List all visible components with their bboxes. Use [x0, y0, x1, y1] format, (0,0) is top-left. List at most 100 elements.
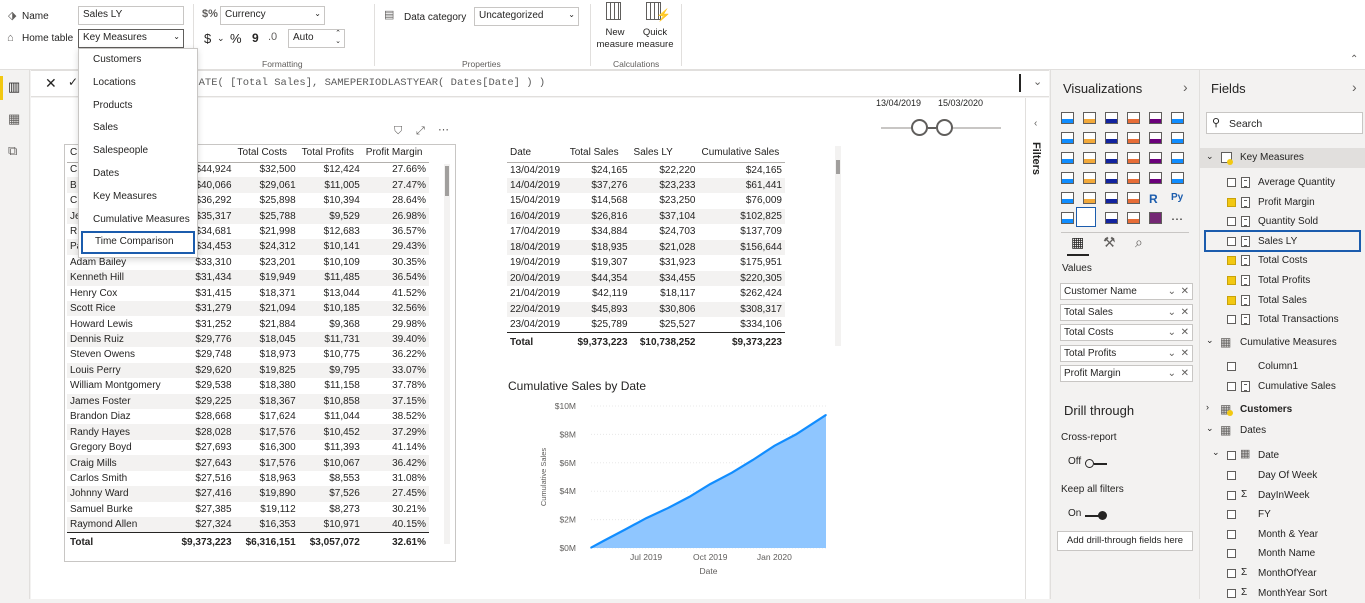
area-chart-icon[interactable]: [1083, 132, 1096, 144]
remove-icon[interactable]: ✕: [1181, 284, 1189, 299]
table-icon[interactable]: [1105, 192, 1118, 204]
checkbox[interactable]: [1227, 549, 1236, 559]
table-row[interactable]: Scott Rice $31,279 $21,094 $10,185 32.56%: [67, 300, 429, 317]
checkbox[interactable]: [1227, 276, 1236, 285]
table-row[interactable]: Dennis Ruiz $29,776 $18,045 $11,731 39.40%: [67, 331, 429, 348]
chevron-down-icon[interactable]: ⌄: [1206, 423, 1214, 434]
column-header[interactable]: Total Costs: [234, 143, 299, 163]
dropdown-item[interactable]: Dates: [79, 163, 197, 186]
comma-button[interactable]: 9: [252, 31, 259, 45]
customers-table[interactable]: › ▦ Customers: [1200, 400, 1365, 420]
field-item[interactable]: Total Sales: [1200, 291, 1365, 311]
data-point[interactable]: [731, 471, 733, 474]
field-item[interactable]: Cumulative Sales: [1200, 377, 1365, 397]
kpi-icon[interactable]: [1061, 192, 1074, 204]
chevron-down-icon[interactable]: ⌄: [1212, 447, 1220, 458]
data-point[interactable]: [602, 540, 605, 542]
data-point[interactable]: [688, 496, 691, 498]
analytics-tab-icon[interactable]: ⌕: [1135, 234, 1143, 251]
value-well-item[interactable]: Total Profits ⌄ ✕: [1060, 344, 1193, 362]
chevron-down-icon[interactable]: ⌄: [1168, 305, 1176, 320]
data-point[interactable]: [751, 459, 754, 461]
table-row[interactable]: Raymond Allen $27,324 $16,353 $10,971 40.15%: [67, 517, 429, 533]
slicer-handle-end[interactable]: [936, 119, 953, 136]
table-row[interactable]: 15/04/2019 $14,568 $23,250 $76,009: [507, 193, 785, 209]
chevron-right-icon[interactable]: ›: [1183, 79, 1188, 95]
field-item[interactable]: FY: [1200, 505, 1365, 525]
scrollbar-thumb[interactable]: [445, 166, 449, 196]
table-visual-icon-selected[interactable]: [1076, 207, 1096, 227]
new-measure-button[interactable]: New measure: [596, 0, 634, 52]
table-row[interactable]: Randy Hayes $28,028 $17,576 $10,452 37.29%: [67, 424, 429, 440]
table-row[interactable]: Samuel Burke $27,385 $19,112 $8,273 30.21%: [67, 502, 429, 517]
value-well-item[interactable]: Customer Name ⌄ ✕: [1060, 283, 1193, 300]
remove-icon[interactable]: ✕: [1181, 305, 1189, 320]
line-column-icon[interactable]: [1127, 132, 1140, 144]
100-column-icon[interactable]: [1171, 112, 1184, 124]
value-well-item[interactable]: Profit Margin ⌄ ✕: [1060, 365, 1193, 382]
dropdown-item[interactable]: Salespeople: [79, 140, 197, 163]
table-row[interactable]: Kenneth Hill $31,434 $19,949 $11,485 36.54%: [67, 270, 429, 286]
dropdown-item[interactable]: Customers: [79, 49, 197, 72]
collapse-ribbon-icon[interactable]: ⌃: [1350, 54, 1358, 65]
field-item[interactable]: Quantity Sold: [1200, 212, 1365, 232]
field-item[interactable]: Total Transactions: [1200, 310, 1365, 330]
table-row[interactable]: Johnny Ward $27,416 $19,890 $7,526 27.45%: [67, 486, 429, 502]
drill-through-well[interactable]: Add drill-through fields here: [1057, 531, 1193, 551]
chevron-right-icon[interactable]: ›: [1352, 79, 1357, 95]
checkbox[interactable]: [1227, 217, 1236, 227]
decimal-icon[interactable]: .0: [268, 31, 277, 43]
field-item[interactable]: Profit Margin: [1200, 193, 1365, 213]
qa-icon[interactable]: [1105, 212, 1118, 224]
table-row[interactable]: 17/04/2019 $34,884 $24,703 $137,709: [507, 224, 785, 240]
scrollbar[interactable]: [444, 164, 450, 544]
chevron-down-icon[interactable]: ⌄: [1168, 284, 1176, 299]
checkbox[interactable]: [1227, 588, 1236, 598]
slicer-start[interactable]: 13/04/2019: [876, 98, 921, 108]
table-row[interactable]: Howard Lewis $31,252 $21,884 $9,368 29.98%: [67, 316, 429, 331]
model-view-icon[interactable]: ⧉: [8, 143, 17, 159]
treemap-icon[interactable]: [1171, 152, 1184, 164]
data-point[interactable]: [590, 546, 592, 549]
stepper-icon[interactable]: ⌃ ⌄: [335, 30, 341, 46]
field-item[interactable]: Σ DayInWeek: [1200, 486, 1365, 506]
dropdown-item[interactable]: Key Measures: [79, 186, 197, 209]
formula-text[interactable]: ULATE( [Total Sales], SAMEPERIODLASTYEAR…: [186, 77, 545, 89]
checkbox[interactable]: [1227, 362, 1236, 371]
column-header[interactable]: Date: [507, 143, 567, 163]
slicer-handle-start[interactable]: [911, 119, 928, 136]
value-well-item[interactable]: Total Sales ⌄ ✕: [1060, 303, 1193, 321]
card-icon[interactable]: [1149, 172, 1162, 184]
checkbox[interactable]: [1227, 315, 1236, 325]
table-row[interactable]: Craig Mills $27,643 $17,576 $10,067 36.42%: [67, 455, 429, 471]
percent-button[interactable]: %: [230, 31, 242, 46]
column-header[interactable]: Total Profits: [298, 143, 363, 163]
format-select[interactable]: Currency ⌄: [220, 6, 325, 25]
dropdown-item[interactable]: Sales: [79, 117, 197, 140]
name-input[interactable]: Sales LY: [78, 6, 184, 25]
table-row[interactable]: Carlos Smith $27,516 $18,963 $8,553 31.08%: [67, 471, 429, 486]
field-item[interactable]: Average Quantity: [1200, 173, 1365, 193]
table-row[interactable]: 13/04/2019 $24,165 $22,220 $24,165: [507, 162, 785, 178]
dropdown-item[interactable]: Products: [79, 95, 197, 118]
chevron-down-icon[interactable]: ⌄: [1033, 75, 1042, 88]
fields-search[interactable]: ⚲ Search: [1206, 112, 1363, 134]
dropdown-item[interactable]: Locations: [79, 72, 197, 95]
key-measures-table[interactable]: ⌄ Key Measures: [1200, 148, 1365, 168]
value-well-item[interactable]: Total Costs ⌄ ✕: [1060, 324, 1193, 341]
data-point[interactable]: [795, 433, 797, 436]
filled-map-icon[interactable]: [1083, 172, 1096, 184]
table-row[interactable]: James Foster $29,225 $18,367 $10,858 37.15%: [67, 393, 429, 409]
powerapps-icon[interactable]: [1149, 212, 1162, 224]
key-influencers-icon[interactable]: [1061, 212, 1074, 224]
waterfall-icon[interactable]: [1061, 152, 1074, 164]
stacked-area-icon[interactable]: [1105, 132, 1118, 144]
table-row[interactable]: Steven Owens $29,748 $18,973 $10,775 36.22%: [67, 347, 429, 362]
matrix-icon[interactable]: [1127, 192, 1140, 204]
chevron-down-icon[interactable]: ⌄: [217, 33, 225, 44]
checkbox[interactable]: [1227, 381, 1236, 391]
funnel-icon[interactable]: [1083, 152, 1096, 164]
remove-icon[interactable]: ✕: [1181, 325, 1189, 340]
remove-icon[interactable]: ✕: [1181, 346, 1189, 361]
multi-row-card-icon[interactable]: [1171, 172, 1184, 184]
